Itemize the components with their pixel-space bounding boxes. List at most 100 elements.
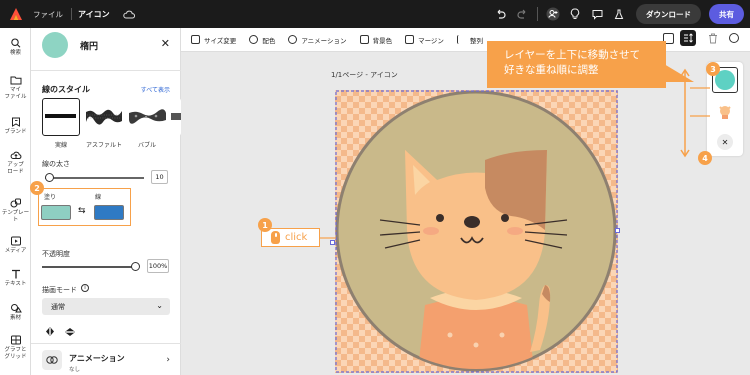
connector-line bbox=[320, 237, 336, 239]
document-title[interactable]: アイコン bbox=[78, 9, 110, 20]
layers-panel: ✕ bbox=[707, 62, 743, 156]
opacity-input[interactable]: 100% bbox=[147, 259, 169, 273]
redo-icon[interactable] bbox=[513, 5, 531, 23]
style-label: 実線 bbox=[54, 142, 67, 149]
palette-icon bbox=[249, 35, 259, 44]
download-button[interactable]: ダウンロード bbox=[636, 4, 701, 24]
step-badge-1: 1 bbox=[258, 218, 272, 232]
style-solid[interactable] bbox=[42, 98, 80, 136]
adobe-express-logo[interactable] bbox=[9, 7, 23, 21]
elements-icon bbox=[10, 304, 22, 313]
step-badge-4: 4 bbox=[698, 151, 712, 165]
toolbar-label: 配色 bbox=[262, 36, 276, 45]
rail-item-text[interactable]: テキスト bbox=[0, 269, 31, 288]
add-user-icon[interactable] bbox=[544, 5, 562, 23]
rail-item-brand[interactable]: ブランド bbox=[0, 117, 31, 136]
divider bbox=[31, 343, 181, 344]
highlight-fill-stroke bbox=[38, 188, 131, 226]
opacity-slider-track[interactable] bbox=[42, 266, 135, 268]
blend-mode-value: 通常 bbox=[51, 302, 65, 311]
toolbar-label: 背景色 bbox=[372, 36, 393, 45]
stroke-width-label: 線の太さ bbox=[42, 160, 70, 168]
blend-mode-label: 描画モード bbox=[42, 286, 77, 294]
shape-thumbnail bbox=[42, 32, 68, 58]
animation-icon bbox=[288, 35, 298, 44]
rail-label: テキスト bbox=[4, 281, 27, 287]
chart-grid-icon bbox=[10, 335, 21, 345]
stroke-width-slider-track[interactable] bbox=[45, 177, 144, 179]
trash-icon[interactable] bbox=[708, 33, 718, 44]
flask-icon[interactable] bbox=[610, 5, 628, 23]
rail-item-charts-grids[interactable]: グラフと グリッド bbox=[0, 335, 31, 361]
toolbar-animation[interactable]: アニメーション bbox=[288, 35, 347, 45]
selection-handle[interactable] bbox=[330, 240, 335, 245]
toolbar-label: 整列 bbox=[469, 36, 483, 45]
rail-label: アップ ロード bbox=[7, 162, 24, 175]
toolbar-background[interactable]: 背景色 bbox=[359, 35, 393, 45]
artboard[interactable] bbox=[335, 90, 618, 373]
rail-label: 検索 bbox=[9, 50, 21, 56]
rail-item-media[interactable]: メディア bbox=[0, 236, 31, 255]
style-asphalt[interactable] bbox=[85, 98, 123, 136]
share-button[interactable]: 共有 bbox=[709, 4, 744, 24]
page-label: 1/1ページ - アイコン bbox=[331, 71, 398, 79]
animation-icon bbox=[42, 350, 62, 370]
layer-item-cat[interactable] bbox=[712, 99, 738, 125]
annotation-callout: レイヤーを上下に移動させて 好きな重ね順に調整 bbox=[487, 41, 666, 88]
layer-thumbnail bbox=[719, 106, 731, 119]
search-icon bbox=[10, 38, 20, 48]
brand-icon bbox=[11, 117, 20, 127]
toolbar-resize[interactable]: サイズ変更 bbox=[191, 35, 236, 45]
toolbar-align[interactable]: 整列 bbox=[456, 35, 483, 45]
folder-icon bbox=[10, 76, 21, 85]
info-icon[interactable]: i bbox=[81, 284, 89, 292]
stroke-width-input[interactable]: 10 bbox=[151, 170, 168, 184]
stroke-width-slider-knob[interactable] bbox=[45, 172, 55, 182]
add-icon[interactable] bbox=[729, 33, 739, 43]
rail-item-search[interactable]: 検索 bbox=[0, 38, 31, 57]
panel-header: 楕円 bbox=[31, 28, 180, 62]
rail-item-elements[interactable]: 素材 bbox=[0, 303, 31, 322]
background-icon bbox=[359, 35, 369, 44]
templates-icon bbox=[10, 198, 21, 208]
divider bbox=[71, 8, 72, 20]
comment-icon[interactable] bbox=[588, 5, 606, 23]
opacity-slider-knob[interactable] bbox=[130, 261, 140, 271]
step-badge-2: 2 bbox=[30, 181, 44, 195]
toolbar-margin[interactable]: マージン bbox=[405, 35, 444, 45]
cat-icon-artwork bbox=[335, 90, 618, 373]
animation-title[interactable]: アニメーション bbox=[69, 353, 125, 364]
style-more[interactable] bbox=[171, 98, 181, 136]
toolbar-label: マージン bbox=[418, 36, 444, 45]
style-label: バブル bbox=[137, 142, 156, 149]
selection-handle[interactable] bbox=[615, 228, 620, 233]
layers-icon[interactable] bbox=[680, 30, 696, 46]
upload-icon bbox=[10, 151, 21, 159]
undo-icon[interactable] bbox=[491, 5, 509, 23]
flip-vertical-icon[interactable] bbox=[65, 327, 75, 339]
step-badge-3: 3 bbox=[706, 62, 720, 76]
rail-item-upload[interactable]: アップ ロード bbox=[0, 150, 31, 176]
close-icon[interactable]: ✕ bbox=[717, 134, 733, 150]
style-bubble[interactable] bbox=[128, 98, 166, 136]
toolbar-color-scheme[interactable]: 配色 bbox=[249, 35, 275, 45]
flip-horizontal-icon[interactable] bbox=[45, 327, 55, 338]
see-all-link[interactable]: すべて表示 bbox=[141, 85, 170, 94]
lightbulb-icon[interactable] bbox=[566, 5, 584, 23]
rail-label: グラフと グリッド bbox=[4, 347, 27, 360]
blend-mode-dropdown[interactable]: 通常 ⌄ bbox=[42, 298, 170, 315]
stroke-style-title: 線のスタイル bbox=[42, 85, 90, 94]
up-down-arrow-icon bbox=[680, 68, 690, 158]
chevron-right-icon[interactable]: › bbox=[166, 355, 170, 365]
media-icon bbox=[10, 236, 21, 246]
toolbar-label: サイズ変更 bbox=[204, 36, 237, 45]
text-icon bbox=[11, 269, 20, 279]
align-icon bbox=[456, 35, 466, 44]
file-menu[interactable]: ファイル bbox=[33, 9, 63, 20]
rail-label: マイ ファイル bbox=[4, 87, 27, 100]
margin-icon bbox=[405, 35, 415, 44]
close-icon[interactable]: ✕ bbox=[161, 37, 170, 50]
divider bbox=[537, 7, 538, 21]
rail-item-templates[interactable]: テンプレート bbox=[0, 198, 31, 224]
rail-item-my-files[interactable]: マイ ファイル bbox=[0, 75, 31, 101]
